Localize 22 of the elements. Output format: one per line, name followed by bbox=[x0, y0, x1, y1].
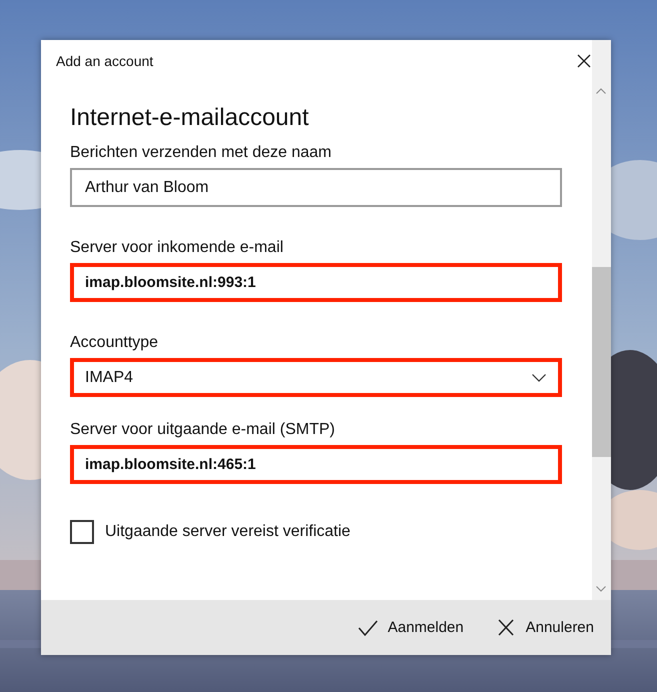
scroll-thumb[interactable] bbox=[592, 267, 611, 457]
field-label: Server voor inkomende e-mail bbox=[70, 239, 284, 257]
close-icon[interactable] bbox=[577, 54, 591, 68]
field-label: Server voor uitgaande e-mail (SMTP) bbox=[70, 421, 336, 439]
cancel-button[interactable]: Annuleren bbox=[496, 614, 594, 640]
scroll-down-icon[interactable] bbox=[596, 586, 606, 592]
scroll-up-icon[interactable] bbox=[596, 88, 606, 94]
checkmark-icon bbox=[358, 618, 378, 636]
scrollbar[interactable] bbox=[592, 40, 611, 600]
input-field[interactable]: imap.bloomsite.nl:993:1 bbox=[70, 263, 562, 302]
dialog-heading: Internet-e-mailaccount bbox=[70, 104, 310, 132]
close-icon bbox=[496, 618, 516, 636]
checkbox-label: Uitgaande server vereist verificatie bbox=[105, 523, 350, 541]
field-label: Berichten verzenden met deze naam bbox=[70, 144, 332, 162]
field-label: Accounttype bbox=[70, 334, 160, 352]
input-field[interactable]: Arthur van Bloom bbox=[70, 168, 562, 207]
input-field[interactable]: imap.bloomsite.nl:465:1 bbox=[70, 445, 562, 484]
sign-in-button[interactable]: Aanmelden bbox=[358, 614, 464, 640]
caret-icon bbox=[532, 374, 546, 382]
checkbox[interactable] bbox=[70, 520, 94, 544]
window-title: Add an account bbox=[56, 53, 154, 69]
account-type-dropdown[interactable]: IMAP4 bbox=[70, 358, 562, 397]
